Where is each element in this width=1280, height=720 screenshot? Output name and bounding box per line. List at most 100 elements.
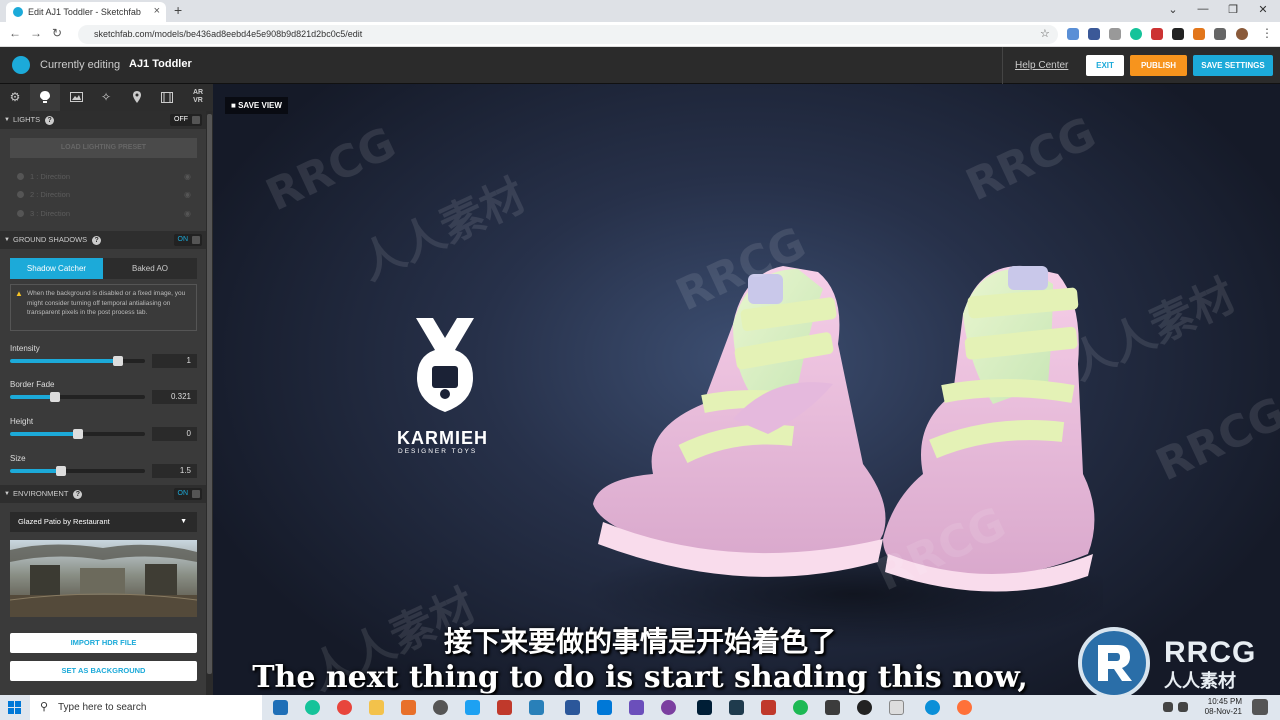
save-view-button[interactable]: ■ SAVE VIEW [225,97,288,114]
camera-icon: ■ [231,101,239,110]
gear-icon[interactable]: ⚙ [0,84,30,111]
cortana-icon[interactable] [273,700,288,715]
eye-icon[interactable]: ◉ [184,205,191,222]
slider-value-input[interactable]: 1 [152,354,197,368]
lights-section-header[interactable]: ▼ LIGHTS? OFF [0,111,206,129]
extension-icon[interactable] [1151,28,1163,40]
film-icon[interactable] [152,84,182,111]
help-icon[interactable]: ? [92,236,102,245]
app-icon[interactable] [433,700,448,715]
app-icon[interactable] [401,700,416,715]
slider-handle[interactable] [56,466,67,476]
load-lighting-preset-button[interactable]: LOAD LIGHTING PRESET [10,138,197,158]
facebook-extension-icon[interactable] [1088,28,1100,40]
pin-icon[interactable] [122,84,152,111]
slider-track[interactable] [10,429,145,439]
chrome-icon[interactable] [337,700,352,715]
light-item[interactable]: 3 : Direction ◉ [10,205,197,222]
ground-shadows-section-header[interactable]: ▼ GROUND SHADOWS? ON [0,231,206,249]
minimize-button[interactable]: — [1188,3,1218,15]
photoshop-icon[interactable] [697,700,712,715]
app-icon[interactable] [661,700,676,715]
close-window-button[interactable]: ✕ [1248,3,1278,16]
grammarly-icon[interactable] [1130,28,1142,40]
environment-toggle[interactable]: ON [173,488,202,500]
slider-handle[interactable] [113,356,123,366]
bookmark-star-icon[interactable]: ☆ [1040,27,1050,40]
help-icon[interactable]: ? [73,490,83,499]
browser-tab[interactable]: Edit AJ1 Toddler - Sketchfab × [6,2,166,22]
tab-shadow-catcher[interactable]: Shadow Catcher [10,258,103,279]
tab-baked-ao[interactable]: Baked AO [103,258,197,279]
windows-start-icon[interactable] [8,701,21,714]
tab-title: Edit AJ1 Toddler - Sketchfab [28,7,141,17]
app-icon[interactable] [857,700,872,715]
help-center-link[interactable]: Help Center [1002,47,1080,84]
ground-shadows-toggle[interactable]: ON [173,234,202,246]
taskbar-clock[interactable]: 10:45 PM 08-Nov-21 [1196,697,1242,717]
profile-avatar[interactable] [1236,28,1248,40]
slider-handle[interactable] [49,392,60,402]
tab-search-icon[interactable]: ⌄ [1158,3,1188,16]
url-input[interactable]: sketchfab.com/models/be436ad8eebd4e5e908… [78,25,1058,44]
slider-value-input[interactable]: 1.5 [152,464,197,478]
slider-track[interactable] [10,466,145,476]
taskbar-search-input[interactable]: ⚲ Type here to search [30,695,262,720]
spotify-icon[interactable] [793,700,808,715]
app-icon[interactable] [465,700,480,715]
maximize-button[interactable]: ❐ [1218,3,1248,16]
app-icon[interactable] [597,700,612,715]
menu-dots-icon[interactable]: ⋮ [1261,26,1273,40]
image-icon[interactable] [61,84,91,111]
extension-icon[interactable] [1172,28,1184,40]
ar-vr-icon[interactable]: AR VR [183,84,213,111]
app-icon[interactable] [629,700,644,715]
forward-icon[interactable]: → [30,26,42,40]
eye-icon[interactable]: ◉ [184,186,191,203]
eye-icon[interactable]: ◉ [184,168,191,185]
save-settings-button[interactable]: SAVE SETTINGS [1193,55,1273,76]
environment-section-header[interactable]: ▼ ENVIRONMENT? ON [0,485,206,503]
extension-icon[interactable] [1067,28,1079,40]
lights-toggle[interactable]: OFF [170,114,202,126]
help-icon[interactable]: ? [45,116,55,125]
close-tab-icon[interactable]: × [154,5,160,17]
new-tab-button[interactable]: + [174,2,182,18]
app-icon[interactable] [761,700,776,715]
publish-button[interactable]: PUBLISH [1130,55,1187,76]
slider-track[interactable] [10,392,145,402]
app-icon[interactable] [305,700,320,715]
slider-track[interactable] [10,356,145,366]
app-icon[interactable] [529,700,544,715]
file-explorer-icon[interactable] [369,700,384,715]
notifications-icon[interactable] [1252,699,1268,715]
app-icon[interactable] [889,700,904,715]
word-icon[interactable] [565,700,580,715]
environment-select[interactable]: Glazed Patio by Restaurant ▼ [10,512,197,532]
slider-handle[interactable] [72,429,83,439]
exit-button[interactable]: EXIT [1086,55,1124,76]
metamask-icon[interactable] [1193,28,1205,40]
sketchfab-logo-icon[interactable] [12,56,30,74]
panel-scroll-thumb[interactable] [207,114,212,674]
firefox-icon[interactable] [957,700,972,715]
network-icon[interactable] [1178,702,1188,712]
slider-value-input[interactable]: 0.321 [152,390,197,404]
app-icon[interactable] [925,700,940,715]
3d-viewport[interactable]: ■ SAVE VIEW KARMIEH DESIGNER TOYS RRCG 人… [213,84,1280,695]
dimension-icon[interactable] [729,700,744,715]
light-item[interactable]: 1 : Direction ◉ [10,168,197,185]
app-icon[interactable] [825,700,840,715]
puzzle-icon[interactable] [1214,28,1226,40]
volume-icon[interactable] [1163,702,1173,712]
back-icon[interactable]: ← [9,26,21,40]
light-item[interactable]: 2 : Direction ◉ [10,186,197,203]
extension-icon[interactable] [1109,28,1121,40]
light-label: 1 : Direction [30,172,71,181]
reload-icon[interactable]: ↻ [52,26,62,40]
shoe-model [583,265,1103,649]
app-icon[interactable] [497,700,512,715]
slider-value-input[interactable]: 0 [152,427,197,441]
light-icon[interactable] [30,84,60,111]
wand-icon[interactable]: ✧ [91,84,121,111]
